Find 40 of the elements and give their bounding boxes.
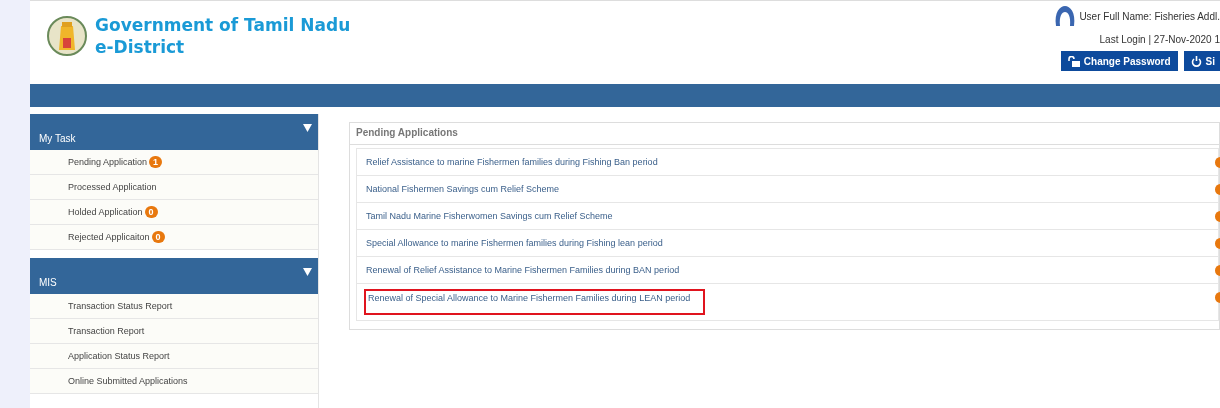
count-badge: 0 bbox=[144, 206, 158, 218]
caret-down-icon bbox=[303, 267, 312, 276]
sign-out-button[interactable]: Si bbox=[1183, 51, 1220, 71]
application-row[interactable]: Tamil Nadu Marine Fisherwomen Savings cum Relief Scheme bbox=[356, 203, 1219, 230]
user-avatar-icon bbox=[1054, 6, 1077, 26]
menu-link[interactable]: Rejected Applicaiton bbox=[68, 232, 150, 242]
menu-link[interactable]: Online Submitted Applications bbox=[68, 376, 188, 386]
padlock-icon bbox=[1067, 55, 1080, 67]
application-row[interactable]: National Fishermen Savings cum Relief Scheme bbox=[356, 176, 1219, 203]
application-link[interactable]: Tamil Nadu Marine Fisherwomen Savings cum Relief Scheme bbox=[366, 211, 613, 221]
application-row[interactable]: Special Allowance to marine Fishermen families during Fishing lean period bbox=[356, 230, 1219, 257]
application-link[interactable]: Relief Assistance to marine Fishermen families during Fishing Ban period bbox=[366, 157, 658, 167]
menu-link[interactable]: Holded Application bbox=[68, 207, 143, 217]
application-link[interactable]: Special Allowance to marine Fishermen families during Fishing lean period bbox=[366, 238, 663, 248]
last-login: Last Login | 27-Nov-2020 1 bbox=[1099, 34, 1220, 45]
application-row[interactable]: Relief Assistance to marine Fishermen families during Fishing Ban period bbox=[356, 148, 1219, 176]
emblem-icon bbox=[47, 16, 87, 56]
application-link[interactable]: Renewal of Special Allowance to Marine Fishermen Families during LEAN period bbox=[364, 289, 705, 315]
application-link[interactable]: National Fishermen Savings cum Relief Scheme bbox=[366, 184, 560, 194]
change-password-button[interactable]: Change Password bbox=[1060, 51, 1178, 71]
caret-down-icon bbox=[303, 123, 312, 132]
menu-link[interactable]: Application Status Report bbox=[68, 351, 170, 361]
panel-title: Pending Applications bbox=[350, 123, 1219, 145]
site-subtitle: e-District bbox=[95, 36, 186, 58]
application-row[interactable]: Renewal of Special Allowance to Marine Fishermen Families during LEAN period bbox=[356, 284, 1219, 321]
application-row[interactable]: Renewal of Relief Assistance to Marine Fishermen Families during BAN period bbox=[356, 257, 1219, 284]
power-icon bbox=[1190, 55, 1202, 67]
menu-link[interactable]: Transaction Status Report bbox=[68, 301, 173, 311]
count-badge: 1 bbox=[149, 156, 163, 168]
section-header[interactable]: MIS bbox=[30, 258, 318, 294]
application-link[interactable]: Renewal of Relief Assistance to Marine Fishermen Families during BAN period bbox=[366, 265, 680, 275]
site-title: Government of Tamil Nadu bbox=[95, 14, 351, 36]
section-header[interactable]: My Task bbox=[30, 114, 318, 150]
menu-link[interactable]: Transaction Report bbox=[68, 326, 145, 336]
user-name: User Full Name: Fisheries Addl. bbox=[1079, 10, 1220, 22]
section-title: My Task bbox=[39, 133, 76, 144]
section-title: MIS bbox=[39, 277, 57, 288]
count-badge: 0 bbox=[151, 231, 165, 243]
menu-link[interactable]: Pending Application bbox=[68, 157, 148, 167]
menu-link[interactable]: Processed Application bbox=[68, 182, 157, 192]
